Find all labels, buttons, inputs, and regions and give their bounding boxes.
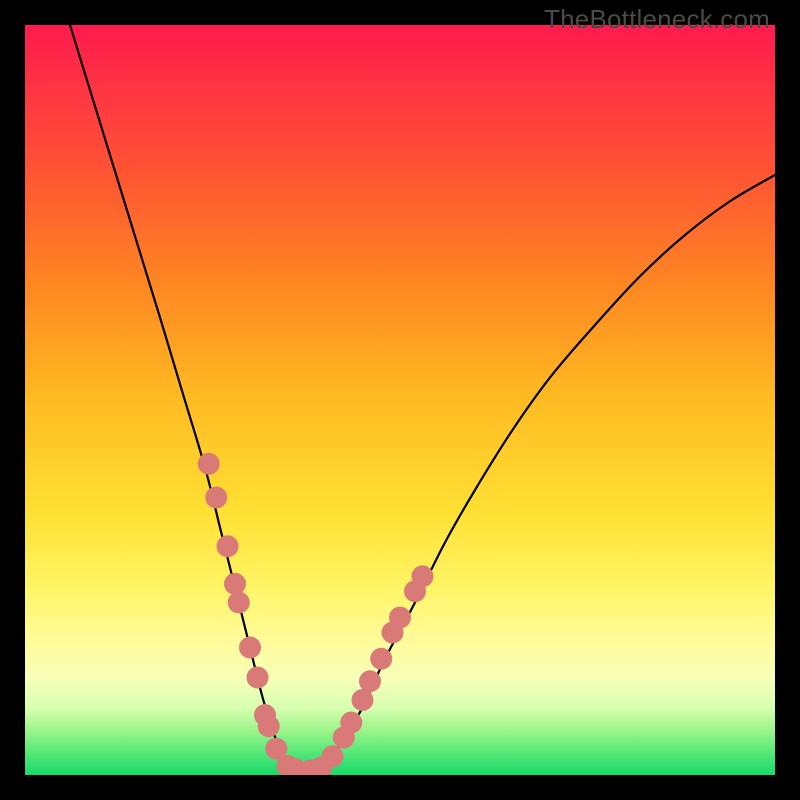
- highlight-dot: [217, 535, 239, 557]
- bottleneck-curve: [70, 25, 775, 772]
- chart-area: [25, 25, 775, 775]
- highlight-dot: [322, 745, 344, 767]
- highlight-dot: [412, 565, 434, 587]
- highlight-dot: [359, 670, 381, 692]
- highlight-dot: [258, 715, 280, 737]
- highlight-dot: [224, 573, 246, 595]
- watermark-text: TheBottleneck.com: [544, 4, 770, 35]
- highlight-dot: [352, 689, 374, 711]
- highlight-dot: [247, 667, 269, 689]
- highlight-dot: [389, 607, 411, 629]
- highlight-dots-group: [198, 453, 434, 775]
- bottleneck-plot-svg: [25, 25, 775, 775]
- highlight-dot: [228, 592, 250, 614]
- highlight-dot: [205, 487, 227, 509]
- highlight-dot: [370, 648, 392, 670]
- highlight-dot: [340, 712, 362, 734]
- highlight-dot: [239, 637, 261, 659]
- highlight-dot: [198, 453, 220, 475]
